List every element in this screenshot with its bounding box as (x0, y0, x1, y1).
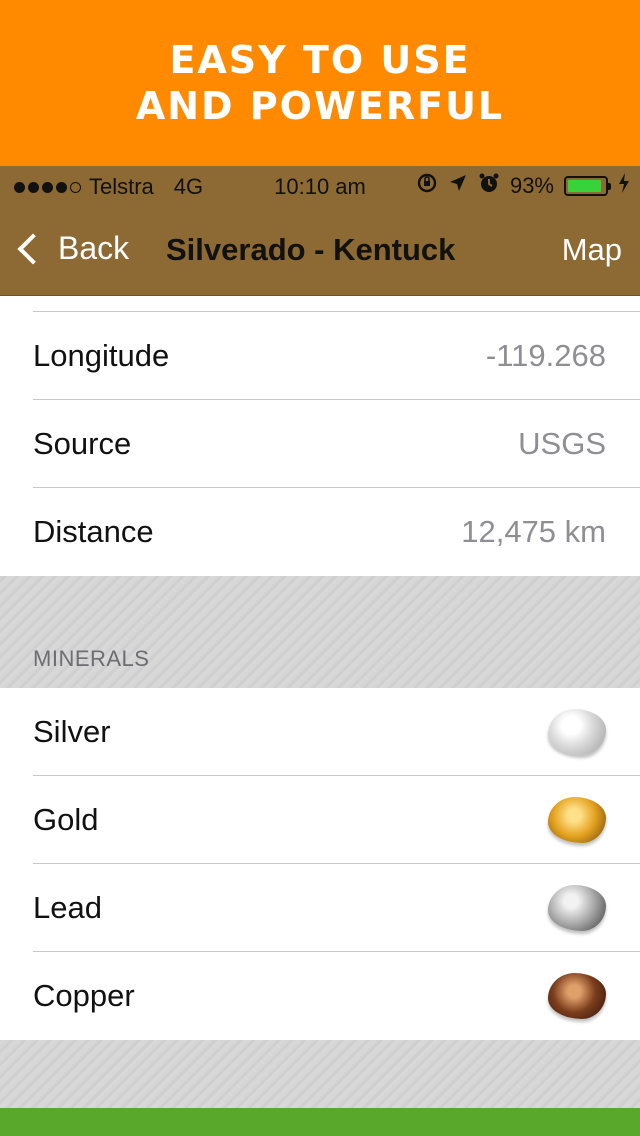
rotation-lock-icon (416, 172, 438, 200)
detail-label: Source (33, 426, 132, 461)
promo-banner: EASY TO USE AND POWERFUL (0, 0, 640, 166)
detail-row-distance: Distance 12,475 km (0, 488, 640, 576)
mineral-row-silver[interactable]: Silver (0, 688, 640, 776)
mineral-row-copper[interactable]: Copper (0, 952, 640, 1040)
details-table[interactable]: Longitude -119.268 Source USGS Distance … (0, 296, 640, 1108)
detail-value: USGS (518, 426, 606, 461)
mineral-label: Lead (33, 890, 102, 925)
minerals-section-header: MINERALS (33, 646, 150, 671)
detail-value: -119.268 (485, 338, 606, 373)
charging-bolt-icon (618, 173, 630, 199)
battery-icon (564, 176, 611, 196)
alarm-icon (478, 172, 500, 200)
back-label: Back (58, 230, 130, 266)
minerals-group: Silver Gold Lead Copper (0, 688, 640, 1040)
chevron-left-icon (17, 232, 49, 265)
previous-row-edge (0, 296, 640, 312)
mineral-row-gold[interactable]: Gold (0, 776, 640, 864)
page-title: Silverado - Kentuck (166, 232, 456, 267)
detail-value: 12,475 km (461, 514, 606, 549)
copper-nugget-icon (548, 973, 606, 1019)
silver-nugget-icon (548, 709, 606, 755)
mineral-label: Silver (33, 714, 111, 749)
promo-line-2: AND POWERFUL (135, 84, 505, 128)
mineral-label: Gold (33, 802, 99, 837)
details-group: Longitude -119.268 Source USGS Distance … (0, 312, 640, 576)
gold-nugget-icon (548, 797, 606, 843)
lead-nugget-icon (548, 885, 606, 931)
back-button[interactable]: Back (14, 230, 129, 267)
mineral-row-lead[interactable]: Lead (0, 864, 640, 952)
battery-percent: 93% (509, 173, 554, 198)
map-button[interactable]: Map (562, 232, 622, 268)
navigation-bar: Back Silverado - Kentuck Map (0, 208, 640, 296)
detail-label: Distance (33, 514, 154, 549)
detail-row-longitude: Longitude -119.268 (0, 312, 640, 400)
detail-row-source: Source USGS (0, 400, 640, 488)
section-spacer: MINERALS (0, 576, 640, 688)
status-bar: Telstra 4G 10:10 am 93% (0, 166, 640, 208)
mineral-label: Copper (33, 978, 135, 1013)
location-arrow-icon (448, 173, 468, 199)
bottom-bar (0, 1108, 640, 1136)
detail-label: Longitude (33, 338, 170, 373)
promo-line-1: EASY TO USE (169, 38, 471, 82)
